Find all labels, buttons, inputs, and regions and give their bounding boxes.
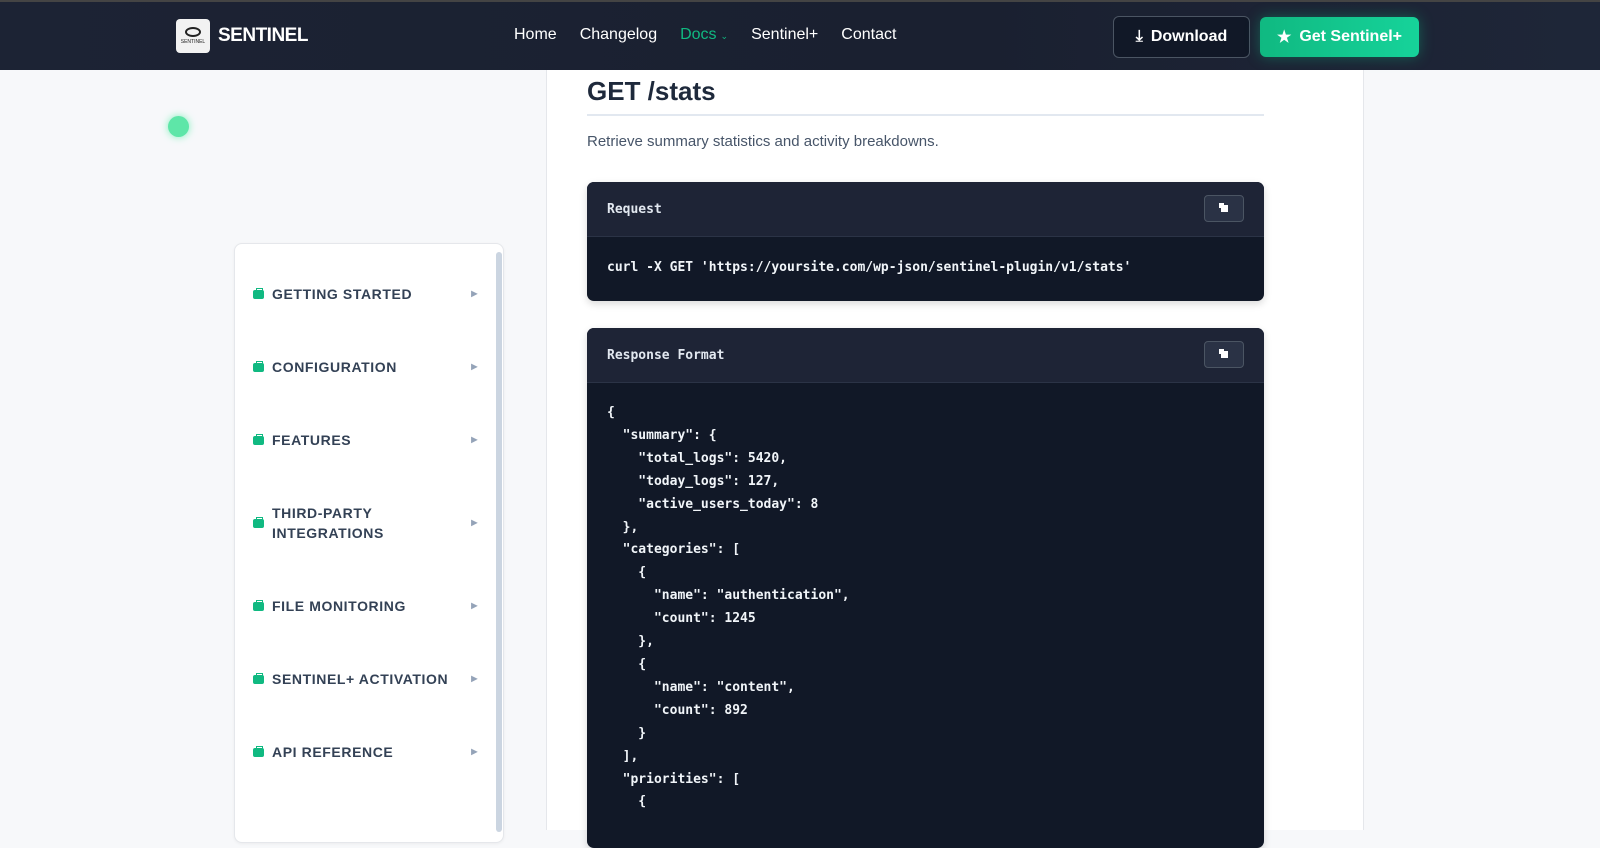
title-divider xyxy=(587,114,1264,116)
caret-right-icon: ▶ xyxy=(471,289,478,298)
sidebar-scrollbar[interactable] xyxy=(496,252,502,832)
logo[interactable]: SENTINEL SENTINEL xyxy=(176,19,308,53)
code-block-header: Response Format xyxy=(587,328,1264,383)
response-code-block: Response Format { "summary": { "total_lo… xyxy=(587,328,1264,848)
nav-changelog[interactable]: Changelog xyxy=(580,26,657,44)
briefcase-icon xyxy=(253,745,264,757)
briefcase-icon xyxy=(253,599,264,611)
sidebar-item-sentinel-plus-activation[interactable]: SENTINEL+ ACTIVATION ▶ xyxy=(253,669,478,689)
briefcase-icon xyxy=(253,433,264,445)
caret-right-icon: ▶ xyxy=(471,747,478,756)
docs-sidebar: GETTING STARTED ▶ CONFIGURATION ▶ FEATURES… xyxy=(234,243,504,843)
copy-icon xyxy=(1220,351,1228,358)
briefcase-icon xyxy=(253,516,264,528)
site-header: SENTINEL SENTINEL Home Changelog Docs ⌄ S… xyxy=(0,2,1600,70)
caret-right-icon: ▶ xyxy=(471,601,478,610)
caret-right-icon: ▶ xyxy=(471,518,478,527)
copy-icon xyxy=(1220,205,1228,212)
sidebar-item-third-party-integrations[interactable]: THIRD-PARTY INTEGRATIONS ▶ xyxy=(253,503,478,543)
briefcase-icon xyxy=(253,287,264,299)
page-title: GET /stats xyxy=(587,76,716,106)
download-button[interactable]: ⤓ Download xyxy=(1113,16,1250,58)
request-code-block: Request curl -X GET 'https://yoursite.co… xyxy=(587,182,1264,301)
request-code: curl -X GET 'https://yoursite.com/wp-jso… xyxy=(607,260,1132,275)
caret-right-icon: ▶ xyxy=(471,362,478,371)
sidebar-item-features[interactable]: FEATURES ▶ xyxy=(253,430,478,450)
get-sentinel-plus-button[interactable]: ★ Get Sentinel+ xyxy=(1260,17,1419,57)
copy-button[interactable] xyxy=(1204,341,1244,368)
nav-docs[interactable]: Docs ⌄ xyxy=(680,26,728,44)
code-block-header: Request xyxy=(587,182,1264,237)
sidebar-item-getting-started[interactable]: GETTING STARTED ▶ xyxy=(253,284,478,304)
star-icon: ★ xyxy=(1276,29,1292,46)
main-nav: Home Changelog Docs ⌄ Sentinel+ Contact xyxy=(514,26,896,44)
status-indicator-dot xyxy=(168,116,189,137)
sidebar-item-file-monitoring[interactable]: FILE MONITORING ▶ xyxy=(253,596,478,616)
logo-text: SENTINEL xyxy=(218,25,308,46)
caret-right-icon: ▶ xyxy=(471,674,478,683)
page-description: Retrieve summary statistics and activity… xyxy=(587,133,939,150)
response-code: { "summary": { "total_logs": 5420, "toda… xyxy=(607,405,850,810)
sidebar-item-configuration[interactable]: CONFIGURATION ▶ xyxy=(253,357,478,377)
chevron-down-icon: ⌄ xyxy=(720,31,729,41)
nav-home[interactable]: Home xyxy=(514,26,557,44)
download-icon: ⤓ xyxy=(1135,28,1143,45)
caret-right-icon: ▶ xyxy=(471,435,478,444)
sidebar-item-api-reference[interactable]: API REFERENCE ▶ xyxy=(253,742,478,762)
logo-icon: SENTINEL xyxy=(176,19,210,53)
nav-sentinel-plus[interactable]: Sentinel+ xyxy=(751,26,818,44)
briefcase-icon xyxy=(253,360,264,372)
nav-contact[interactable]: Contact xyxy=(841,26,896,44)
copy-button[interactable] xyxy=(1204,195,1244,222)
briefcase-icon xyxy=(253,672,264,684)
